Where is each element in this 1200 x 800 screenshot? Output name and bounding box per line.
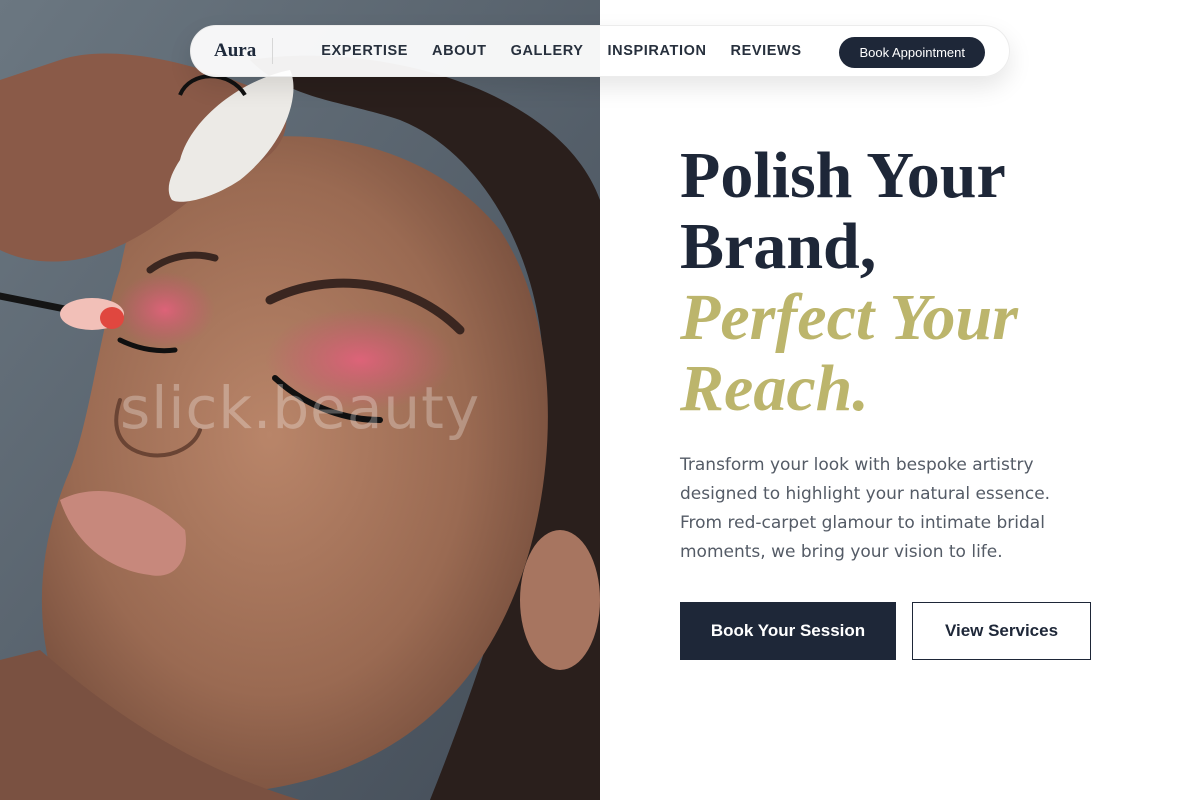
hero-photo: slick.beauty <box>0 0 600 800</box>
headline-line-2: Brand, <box>680 210 877 283</box>
nav-link-about[interactable]: ABOUT <box>432 43 487 59</box>
headline-accent-line-1: Perfect Your <box>680 281 1018 354</box>
nav-link-gallery[interactable]: GALLERY <box>511 43 584 59</box>
top-navbar: Aura EXPERTISE ABOUT GALLERY INSPIRATION… <box>190 25 1010 77</box>
nav-link-expertise[interactable]: EXPERTISE <box>321 43 408 59</box>
book-appointment-button[interactable]: Book Appointment <box>839 37 985 68</box>
nav-link-inspiration[interactable]: INSPIRATION <box>608 43 707 59</box>
headline-accent-line-2: Reach. <box>680 352 869 425</box>
brand-logo[interactable]: Aura <box>214 38 274 64</box>
hero-headline: Polish Your Brand, Perfect Your Reach. <box>680 140 1160 424</box>
hero-actions: Book Your Session View Services <box>680 602 1160 660</box>
nav-links: EXPERTISE ABOUT GALLERY INSPIRATION REVI… <box>321 43 801 59</box>
watermark-text: slick.beauty <box>120 374 481 442</box>
view-services-button[interactable]: View Services <box>912 602 1091 660</box>
nav-link-reviews[interactable]: REVIEWS <box>731 43 802 59</box>
landing-page: slick.beauty Aura EXPERTISE ABOUT GALLER… <box>0 0 1200 800</box>
hero-description: Transform your look with bespoke artistr… <box>680 455 1051 562</box>
book-session-button[interactable]: Book Your Session <box>680 602 896 660</box>
hero-section: Polish Your Brand, Perfect Your Reach. T… <box>680 140 1160 660</box>
headline-line-1: Polish Your <box>680 139 1006 212</box>
